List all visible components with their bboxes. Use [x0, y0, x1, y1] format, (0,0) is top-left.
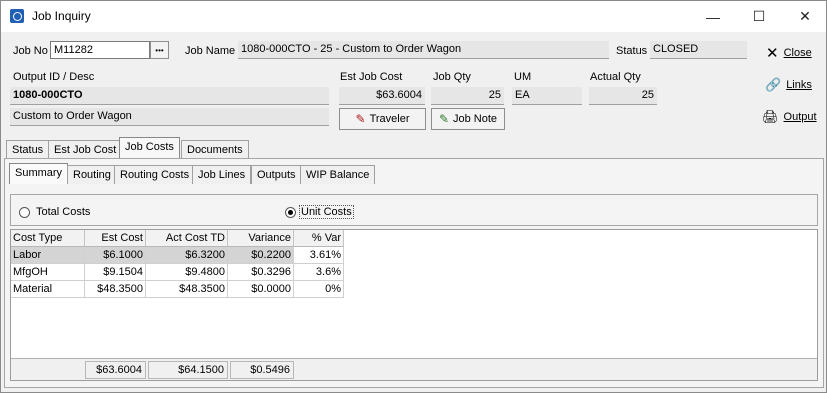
um-label: UM [514, 71, 532, 83]
table-cell[interactable]: $48.3500 [146, 281, 228, 298]
links-icon: 🔗 [765, 77, 782, 92]
job-costs-grid: Cost Type Est Cost Act Cost TD Variance … [10, 229, 818, 381]
traveler-button[interactable]: ✎ Traveler [339, 108, 426, 130]
actual-qty-label: Actual Qty [590, 71, 641, 83]
um-field: EA [512, 87, 582, 105]
est-job-cost-label: Est Job Cost [340, 71, 403, 83]
job-qty-field: 25 [431, 87, 504, 105]
job-no-input[interactable]: M11282 [50, 41, 150, 59]
unit-costs-radio[interactable] [285, 207, 296, 218]
title-bar: Job Inquiry — ☐ ✕ [1, 1, 826, 32]
table-cell[interactable]: 0% [294, 281, 344, 298]
table-row[interactable]: MfgOH [11, 264, 85, 281]
total-est-cost: $63.6004 [85, 361, 146, 379]
traveler-label: Traveler [369, 113, 410, 125]
actual-qty-field: 25 [589, 87, 657, 105]
table-cell[interactable]: $0.2200 [228, 247, 294, 264]
subtab-job-lines[interactable]: Job Lines [192, 165, 252, 184]
table-cell[interactable]: 3.61% [294, 247, 344, 264]
subtab-outputs[interactable]: Outputs [251, 165, 302, 184]
tab-est-job-cost[interactable]: Est Job Cost [48, 140, 123, 159]
table-cell[interactable]: 3.6% [294, 264, 344, 281]
total-costs-radio[interactable] [19, 207, 30, 218]
est-job-cost-field: $63.6004 [339, 87, 425, 105]
table-cell[interactable]: $48.3500 [85, 281, 146, 298]
col-header-pct-var[interactable]: % Var [294, 230, 344, 247]
job-name-label: Job Name [185, 45, 236, 57]
col-header-act-cost-td[interactable]: Act Cost TD [146, 230, 228, 247]
table-cell[interactable]: $0.3296 [228, 264, 294, 281]
output-label: Output ID / Desc [13, 71, 95, 83]
total-variance: $0.5496 [230, 361, 294, 379]
col-header-est-cost[interactable]: Est Cost [85, 230, 146, 247]
tab-documents[interactable]: Documents [181, 140, 249, 159]
table-row[interactable]: Labor [11, 247, 85, 264]
close-icon: ✕ [766, 45, 779, 62]
tab-status[interactable]: Status [6, 140, 50, 159]
table-cell[interactable]: $9.1504 [85, 264, 146, 281]
status-label: Status [616, 45, 648, 57]
job-lookup-button[interactable]: ••• [150, 41, 169, 59]
table-row[interactable]: Material [11, 281, 85, 298]
job-name-field: 1080-000CTO - 25 - Custom to Order Wagon [238, 41, 609, 59]
maximize-button[interactable]: ☐ [736, 1, 782, 32]
output-icon: 🖨 [762, 109, 779, 124]
table-cell[interactable]: $6.3200 [146, 247, 228, 264]
links-label: Links [786, 79, 812, 91]
output-desc-field: Custom to Order Wagon [10, 108, 329, 126]
app-icon [10, 9, 24, 23]
output-label: Output [783, 111, 817, 123]
subtab-summary[interactable]: Summary [9, 163, 69, 184]
cost-options-group [10, 194, 818, 226]
job-qty-label: Job Qty [433, 71, 471, 83]
note-icon: ✎ [438, 112, 450, 126]
col-header-variance[interactable]: Variance [228, 230, 294, 247]
close-button[interactable]: ✕ Close [766, 44, 812, 62]
close-window-button[interactable]: ✕ [782, 1, 827, 32]
job-inquiry-window: Job Inquiry — ☐ ✕ Job No M11282 ••• Job … [0, 0, 827, 393]
total-act-cost: $64.1500 [148, 361, 228, 379]
col-header-cost-type[interactable]: Cost Type [11, 230, 85, 247]
job-note-button[interactable]: ✎ Job Note [431, 108, 505, 130]
window-title: Job Inquiry [32, 9, 91, 23]
table-cell[interactable]: $6.1000 [85, 247, 146, 264]
unit-costs-label: Unit Costs [299, 205, 354, 219]
output-button[interactable]: 🖨 Output [762, 109, 817, 125]
subtab-routing[interactable]: Routing [67, 165, 117, 184]
close-label: Close [783, 47, 812, 59]
status-field: CLOSED [650, 41, 747, 59]
job-note-label: Job Note [453, 113, 498, 125]
links-button[interactable]: 🔗 Links [765, 77, 812, 93]
tab-job-costs[interactable]: Job Costs [119, 137, 180, 158]
job-no-label: Job No [13, 45, 48, 57]
minimize-button[interactable]: — [690, 1, 736, 32]
table-cell[interactable]: $9.4800 [146, 264, 228, 281]
output-id-field: 1080-000CTO [10, 87, 329, 105]
total-costs-label: Total Costs [36, 206, 91, 218]
table-cell[interactable]: $0.0000 [228, 281, 294, 298]
subtab-routing-costs[interactable]: Routing Costs [114, 165, 196, 184]
subtab-wip-balance[interactable]: WIP Balance [300, 165, 376, 184]
traveler-icon: ✎ [355, 112, 366, 126]
